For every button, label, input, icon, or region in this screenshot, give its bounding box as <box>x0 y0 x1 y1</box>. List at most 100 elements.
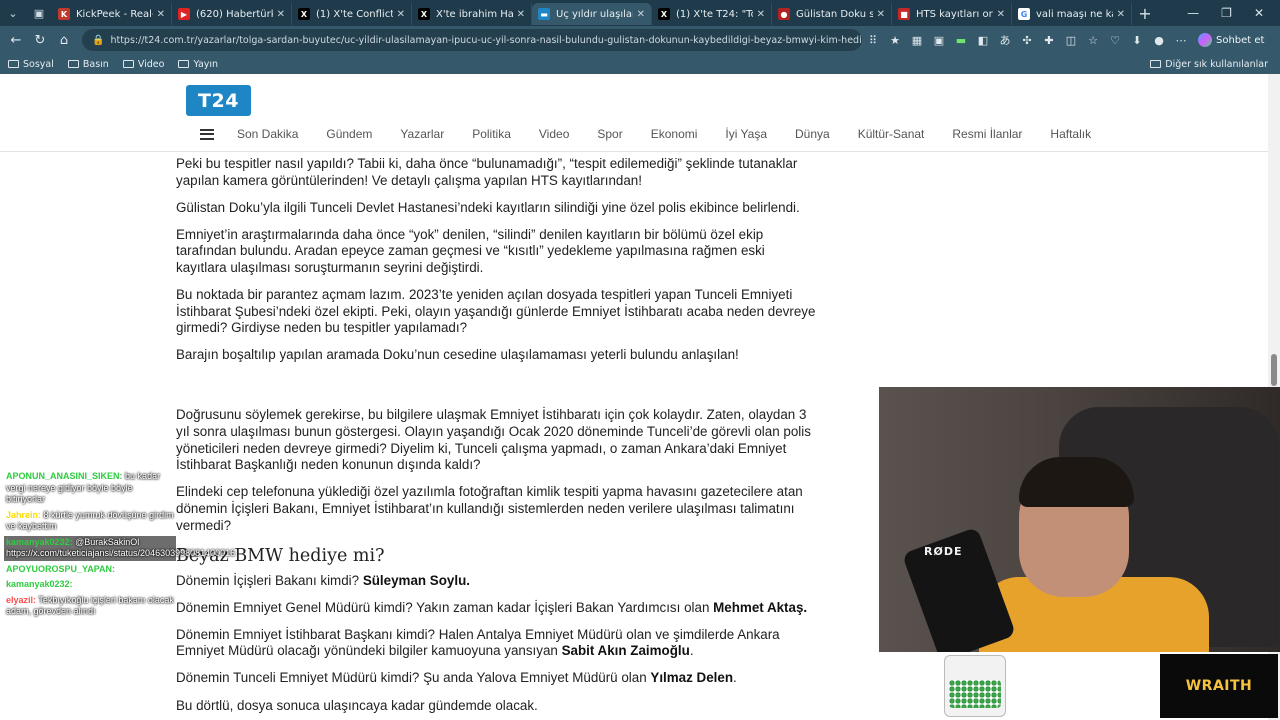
close-window-icon[interactable]: ✕ <box>1254 6 1264 20</box>
close-tab-icon[interactable]: ✕ <box>997 9 1005 20</box>
nav-ekonomi[interactable]: Ekonomi <box>651 127 698 141</box>
article-paragraph: Gülistan Doku’yla ilgili Tunceli Devlet … <box>176 199 800 215</box>
folder-icon <box>67 60 79 68</box>
window-controls: — ❐ ✕ <box>1187 6 1280 20</box>
extension-icon[interactable]: ✣ <box>1016 29 1038 51</box>
bookmark-label: Video <box>137 58 165 70</box>
mic-brand-label: RØDE <box>924 545 963 558</box>
article-paragraph: Dönemin Tunceli Emniyet Müdürü kimdi? Şu… <box>176 670 816 687</box>
bookmarks-bar: Sosyal Basın Video Yayın Diğer sık kulla… <box>0 54 1280 74</box>
nav-haftalik[interactable]: Haftalık <box>1050 127 1091 141</box>
nav-iyi-yasa[interactable]: İyi Yaşa <box>725 127 767 141</box>
question-text: Dönemin Tunceli Emniyet Müdürü kimdi? Şu… <box>176 670 647 686</box>
nav-dunya[interactable]: Dünya <box>795 127 830 141</box>
folder-icon <box>122 60 134 68</box>
close-tab-icon[interactable]: ✕ <box>877 9 885 20</box>
bookmark-folder-yayin[interactable]: Yayın <box>178 59 218 70</box>
other-favorites[interactable]: Diğer sık kullanılanlar <box>1150 59 1268 70</box>
chat-username: Jahrein: <box>6 509 42 520</box>
close-tab-icon[interactable]: ✕ <box>1117 9 1125 20</box>
workspaces-icon[interactable]: ▣ <box>26 0 52 26</box>
bookmark-label: Yayın <box>193 58 219 70</box>
favorite-star-icon[interactable]: ★ <box>884 29 906 51</box>
bookmark-folder-video[interactable]: Video <box>122 58 165 70</box>
article-paragraph: Emniyet’in araştırmalarında daha önce “y… <box>176 226 765 275</box>
close-tab-icon[interactable]: ✕ <box>157 9 165 20</box>
chat-message: Bw_JohnnySack: <box>4 621 176 635</box>
tab-title: Üç yıldır ulaşılamayan <box>556 8 633 20</box>
menu-icon[interactable] <box>200 128 214 140</box>
chat-username: Bw_JohnnySack: <box>6 621 81 632</box>
question-text: Dönemin Emniyet Genel Müdürü kimdi? Yakı… <box>176 599 710 615</box>
youtube-icon: ▶ <box>178 8 190 20</box>
close-tab-icon[interactable]: ✕ <box>637 9 645 20</box>
tab-actions-icon[interactable]: ⌄ <box>0 0 26 26</box>
home-icon[interactable]: ⌂ <box>52 28 76 52</box>
scrollbar-thumb[interactable] <box>1271 354 1277 386</box>
nav-kultur-sanat[interactable]: Kültür-Sanat <box>858 127 925 141</box>
tab-x-conflict[interactable]: X (1) X'te Conflict: "🔴 Al ✕ <box>292 3 412 25</box>
answer-name: Mehmet Aktaş. <box>713 599 808 615</box>
close-tab-icon[interactable]: ✕ <box>757 9 765 20</box>
tab-title: HTS kayıtları ortaya çık <box>916 8 993 20</box>
close-tab-icon[interactable]: ✕ <box>277 9 285 20</box>
extension-grid-icon[interactable]: ⠿ <box>862 29 884 51</box>
back-icon[interactable]: ← <box>4 28 28 52</box>
profile-avatar[interactable]: ● <box>1148 29 1170 51</box>
close-tab-icon[interactable]: ✕ <box>517 9 525 20</box>
copilot-chat-button[interactable]: Sohbet et <box>1198 33 1264 47</box>
tab-x-ibrahim[interactable]: X X'te ibrahim Haskol ✕ <box>412 3 532 25</box>
split-screen-icon[interactable]: ◫ <box>1060 29 1082 51</box>
kick-icon: K <box>58 8 70 20</box>
nav-video[interactable]: Video <box>539 127 569 141</box>
bookmark-folder-basin[interactable]: Basın <box>67 59 109 70</box>
collections-icon[interactable]: ♡ <box>1104 29 1126 51</box>
tab-t24-article[interactable]: ▬ Üç yıldır ulaşılamayan ✕ <box>532 3 652 25</box>
refresh-icon[interactable]: ↻ <box>28 28 52 52</box>
folder-icon <box>8 60 19 68</box>
tab-kickpeek[interactable]: K KickPeek - Real-time Ui ✕ <box>52 3 172 25</box>
main-nav: Son Dakika Gündem Yazarlar Politika Vide… <box>200 124 1119 144</box>
chat-username: elyazil: <box>6 594 37 605</box>
sponsor-logo: WRAITH <box>1160 654 1278 718</box>
puzzle-icon[interactable]: ✚ <box>1038 29 1060 51</box>
minimize-icon[interactable]: — <box>1187 6 1199 20</box>
more-icon[interactable]: ⋯ <box>1170 29 1192 51</box>
nav-politika[interactable]: Politika <box>472 127 511 141</box>
extension-icon[interactable]: ◧ <box>972 29 994 51</box>
article-paragraph: Dönemin İçişleri Bakanı kimdi? Süleyman … <box>176 573 816 590</box>
nav-gundem[interactable]: Gündem <box>326 127 372 141</box>
tab-title: vali maaşı ne kadar 202 <box>1036 8 1113 20</box>
tab-title: (1) X'te Conflict: "🔴 Al <box>316 8 393 20</box>
nav-resmi-ilanlar[interactable]: Resmi İlanlar <box>952 127 1022 141</box>
article-paragraph: Bu noktada bir parantez açmam lazım. 202… <box>176 287 816 336</box>
nav-son-dakika[interactable]: Son Dakika <box>237 127 298 141</box>
bookmark-folder-sosyal[interactable]: Sosyal <box>8 59 54 70</box>
news-icon: ■ <box>898 8 910 20</box>
nav-spor[interactable]: Spor <box>597 127 622 141</box>
tab-x-t24[interactable]: X (1) X'te T24: "Tolga Ş ✕ <box>652 3 772 25</box>
extension-icon[interactable]: ▦ <box>906 29 928 51</box>
favorites-icon[interactable]: ☆ <box>1082 29 1104 51</box>
tab-gulistan[interactable]: ● Gülistan Doku soruştur ✕ <box>772 3 892 25</box>
lock-icon: 🔒 <box>92 34 105 46</box>
extension-icon[interactable]: ▣ <box>928 29 950 51</box>
copilot-icon <box>1198 33 1212 47</box>
nav-yazarlar[interactable]: Yazarlar <box>400 127 444 141</box>
t24-icon: ▬ <box>538 8 550 20</box>
chat-username: APOYUOROSPU_YAPAN: <box>6 563 116 574</box>
tab-google-search[interactable]: G vali maaşı ne kadar 202 ✕ <box>1012 3 1132 25</box>
tab-hts[interactable]: ■ HTS kayıtları ortaya çık ✕ <box>892 3 1012 25</box>
tab-title: X'te ibrahim Haskol <box>436 8 513 20</box>
extension-icon[interactable]: ▬ <box>950 29 972 51</box>
tab-haberturk[interactable]: ▶ (620) Habertürk TV Can ✕ <box>172 3 292 25</box>
address-bar[interactable]: 🔒 https://t24.com.tr/yazarlar/tolga-sard… <box>82 29 862 51</box>
translate-icon[interactable]: あ <box>994 29 1016 51</box>
downloads-icon[interactable]: ⬇ <box>1126 29 1148 51</box>
new-tab-button[interactable]: + <box>1132 4 1158 23</box>
punctuation: . <box>689 643 694 659</box>
chat-message: elyazil: Tekbıyıkoğlu içişleri bakanı ol… <box>4 594 176 619</box>
maximize-icon[interactable]: ❐ <box>1221 6 1232 20</box>
close-tab-icon[interactable]: ✕ <box>397 9 405 20</box>
t24-logo[interactable]: T24 <box>186 85 251 116</box>
